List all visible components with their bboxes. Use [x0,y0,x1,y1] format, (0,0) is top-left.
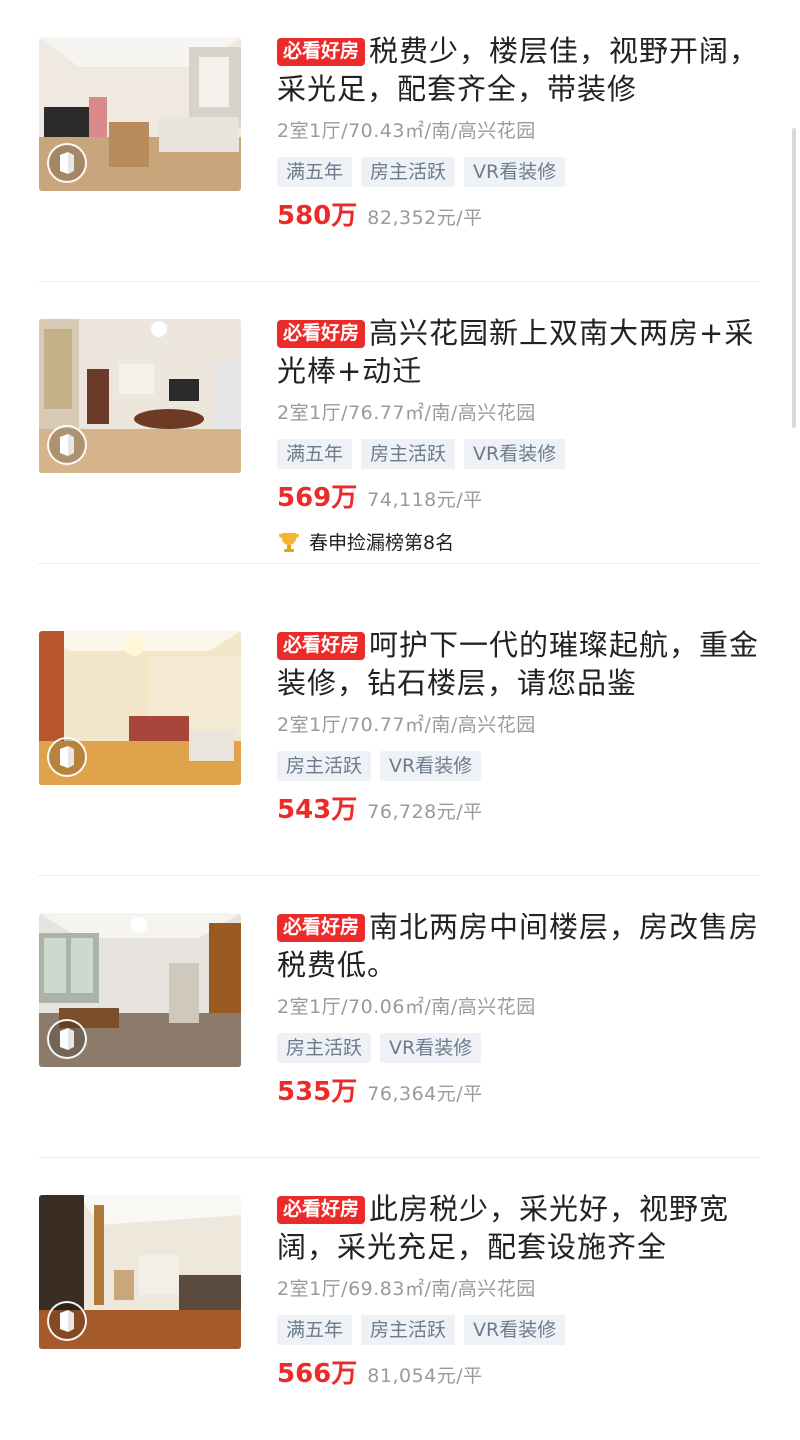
total-price: 566万 [277,1359,358,1389]
price-row: 569万 74,118元/平 [277,481,761,515]
feature-tag: 房主活跃 [361,1315,456,1345]
unit-price: 81,054元/平 [367,1365,483,1387]
listing-title[interactable]: 必看好房 南北两房中间楼层，房改售房税费低。 [277,908,761,984]
featured-badge: 必看好房 [277,1196,366,1224]
ranking-row[interactable]: 春申捡漏榜第8名 [277,529,761,557]
vr-panorama-icon [47,425,87,465]
listing-photo[interactable] [39,631,241,785]
price-row: 566万 81,054元/平 [277,1357,761,1391]
listing-photo[interactable] [39,37,241,191]
vr-panorama-icon [47,737,87,777]
total-price: 580万 [277,201,358,231]
listing-title[interactable]: 必看好房 呵护下一代的璀璨起航，重金装修，钻石楼层，请您品鉴 [277,626,761,702]
feature-tag: 房主活跃 [361,439,456,469]
listing-tags: 满五年 房主活跃 VR看装修 [277,157,761,187]
scrollbar[interactable] [792,128,796,428]
unit-price: 74,118元/平 [367,489,483,511]
feature-tag: VR看装修 [464,1315,566,1345]
listing-tags: 房主活跃 VR看装修 [277,1033,761,1063]
listing-photo[interactable] [39,319,241,473]
listing-meta: 2室1厅/69.83㎡/南/高兴花园 [277,1278,536,1300]
listing-meta: 2室1厅/70.43㎡/南/高兴花园 [277,120,536,142]
listing-photo[interactable] [39,913,241,1067]
listing-card[interactable]: 必看好房 此房税少，采光好，视野宽阔，采光充足，配套设施齐全 2室1厅/69.83… [0,1158,800,1440]
unit-price: 76,364元/平 [367,1083,483,1105]
feature-tag: VR看装修 [380,1033,482,1063]
total-price: 569万 [277,483,358,513]
listing-card[interactable]: 必看好房 呵护下一代的璀璨起航，重金装修，钻石楼层，请您品鉴 2室1厅/70.77… [0,594,800,876]
feature-tag: 房主活跃 [277,1033,372,1063]
feature-tag: 满五年 [277,157,353,187]
listing-card[interactable]: 必看好房 南北两房中间楼层，房改售房税费低。 2室1厅/70.06㎡/南/高兴花园… [0,876,800,1158]
listing-card[interactable]: 必看好房 高兴花园新上双南大两房+采光棒+动迁 2室1厅/76.77㎡/南/高兴花… [0,282,800,564]
vr-panorama-icon [47,1301,87,1341]
listing-title[interactable]: 必看好房 税费少，楼层佳，视野开阔，采光足，配套齐全，带装修 [277,32,761,108]
unit-price: 82,352元/平 [367,207,483,229]
feature-tag: 满五年 [277,1315,353,1345]
featured-badge: 必看好房 [277,38,366,66]
feature-tag: 满五年 [277,439,353,469]
trophy-icon [279,533,299,552]
feature-tag: VR看装修 [380,751,482,781]
listing-tags: 满五年 房主活跃 VR看装修 [277,439,761,469]
price-row: 580万 82,352元/平 [277,199,761,233]
total-price: 535万 [277,1077,358,1107]
listing-card[interactable]: 必看好房 税费少，楼层佳，视野开阔，采光足，配套齐全，带装修 2室1厅/70.43… [0,0,800,282]
listing-title[interactable]: 必看好房 高兴花园新上双南大两房+采光棒+动迁 [277,314,761,390]
listing-meta: 2室1厅/76.77㎡/南/高兴花园 [277,402,536,424]
total-price: 543万 [277,795,358,825]
listing-meta: 2室1厅/70.06㎡/南/高兴花园 [277,996,536,1018]
unit-price: 76,728元/平 [367,801,483,823]
feature-tag: 房主活跃 [361,157,456,187]
feature-tag: VR看装修 [464,157,566,187]
ranking-text: 春申捡漏榜第8名 [309,532,455,554]
divider [38,563,760,564]
listing-photo[interactable] [39,1195,241,1349]
feature-tag: 房主活跃 [277,751,372,781]
featured-badge: 必看好房 [277,632,366,660]
vr-panorama-icon [47,143,87,183]
featured-badge: 必看好房 [277,914,366,942]
listing-tags: 满五年 房主活跃 VR看装修 [277,1315,761,1345]
featured-badge: 必看好房 [277,320,366,348]
vr-panorama-icon [47,1019,87,1059]
listing-title[interactable]: 必看好房 此房税少，采光好，视野宽阔，采光充足，配套设施齐全 [277,1190,761,1266]
feature-tag: VR看装修 [464,439,566,469]
listing-tags: 房主活跃 VR看装修 [277,751,761,781]
listing-meta: 2室1厅/70.77㎡/南/高兴花园 [277,714,536,736]
price-row: 535万 76,364元/平 [277,1075,761,1109]
price-row: 543万 76,728元/平 [277,793,761,827]
